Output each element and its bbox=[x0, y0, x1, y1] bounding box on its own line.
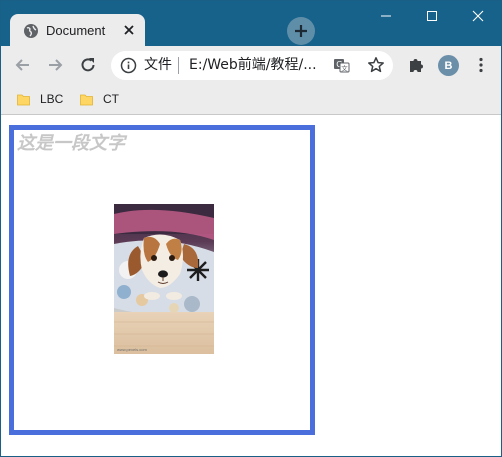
tab-close-button[interactable] bbox=[120, 21, 138, 39]
toolbar: 文件 E:/Web前端/教程/... G 文 B bbox=[1, 46, 501, 84]
window-close-button[interactable] bbox=[455, 1, 501, 31]
browser-window: Document 文件 E:/Web前端/教程/... G 文 B LBC CT… bbox=[0, 0, 502, 457]
forward-arrow-icon bbox=[49, 59, 63, 71]
security-label: 文件 bbox=[144, 57, 172, 73]
bookmark-star-icon[interactable] bbox=[367, 56, 385, 74]
address-bar[interactable]: 文件 E:/Web前端/教程/... G 文 bbox=[111, 51, 393, 80]
maximize-button[interactable] bbox=[409, 1, 455, 31]
maximize-icon bbox=[427, 11, 437, 21]
menu-button[interactable] bbox=[469, 53, 493, 77]
page-viewport: 这是一段文字 www.pexels.com bbox=[1, 116, 501, 456]
bookmark-lbc[interactable]: LBC bbox=[17, 90, 63, 108]
image-caption: www.pexels.com bbox=[117, 347, 147, 352]
address-divider bbox=[178, 57, 179, 74]
url-text[interactable]: E:/Web前端/教程/... bbox=[189, 57, 317, 74]
puzzle-icon bbox=[410, 59, 423, 72]
extensions-button[interactable] bbox=[404, 53, 428, 77]
forward-button[interactable] bbox=[43, 53, 67, 77]
plus-icon bbox=[295, 25, 307, 37]
back-button[interactable] bbox=[11, 53, 35, 77]
puppy-photo: www.pexels.com bbox=[114, 204, 214, 354]
info-icon[interactable] bbox=[120, 57, 137, 74]
minimize-button[interactable] bbox=[363, 1, 409, 31]
tab-title: Document bbox=[46, 23, 106, 38]
new-tab-button[interactable] bbox=[287, 17, 315, 45]
bookmarks-bar: LBC CT bbox=[1, 84, 501, 115]
minimize-icon bbox=[381, 15, 391, 17]
tab-document[interactable]: Document bbox=[10, 14, 145, 47]
title-bar: Document bbox=[1, 1, 501, 47]
close-icon bbox=[472, 10, 484, 22]
bookmark-ct[interactable]: CT bbox=[80, 90, 119, 108]
folder-icon bbox=[80, 94, 93, 105]
reload-button[interactable] bbox=[76, 53, 100, 77]
folder-icon bbox=[17, 94, 30, 105]
close-icon bbox=[124, 25, 134, 35]
bordered-box: 这是一段文字 www.pexels.com bbox=[9, 125, 315, 435]
reload-icon bbox=[81, 58, 95, 72]
puppy-image bbox=[114, 204, 214, 354]
globe-icon bbox=[24, 24, 38, 38]
more-vertical-icon bbox=[479, 57, 483, 73]
page-text: 这是一段文字 bbox=[17, 133, 125, 154]
bookmark-label: LBC bbox=[40, 92, 64, 106]
profile-avatar[interactable]: B bbox=[438, 55, 459, 76]
bookmark-label: CT bbox=[103, 92, 119, 106]
svg-text:文: 文 bbox=[341, 64, 348, 73]
back-arrow-icon bbox=[15, 59, 29, 71]
translate-icon[interactable]: G 文 bbox=[333, 57, 350, 74]
